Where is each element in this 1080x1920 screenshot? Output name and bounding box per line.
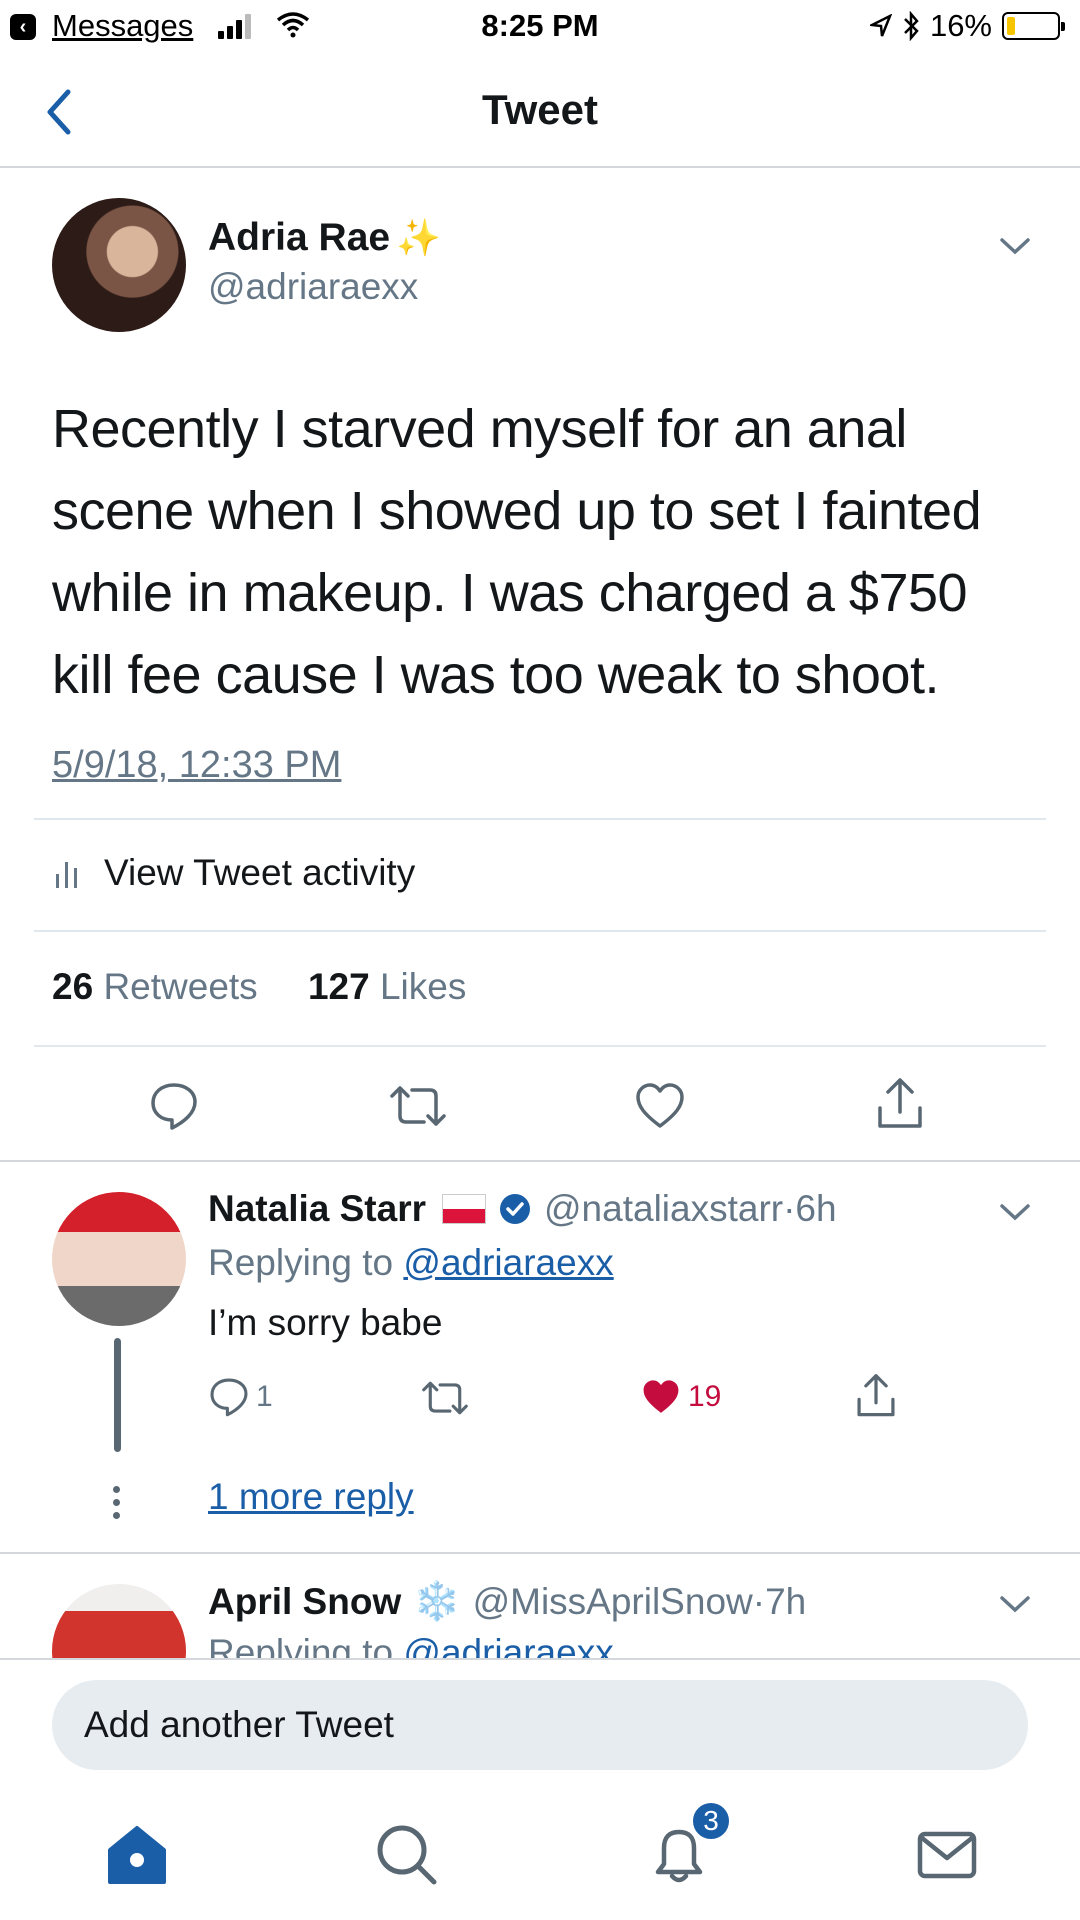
divider (34, 1045, 1046, 1047)
reply-text: I’m sorry babe (208, 1302, 443, 1343)
author-name[interactable]: Adria Rae ✨ (208, 216, 441, 260)
likes-stat[interactable]: 127 Likes (308, 966, 486, 1007)
status-right: 16% (869, 8, 1065, 44)
reply-retweet-button[interactable] (420, 1380, 470, 1416)
reply-icon (210, 1378, 248, 1417)
view-activity-label: View Tweet activity (104, 852, 416, 893)
page-title: Tweet (482, 86, 598, 133)
location-arrow-icon (869, 14, 892, 37)
analytics-icon (56, 858, 82, 888)
notifications-badge: 3 (690, 1800, 732, 1842)
reply-handle[interactable]: @MissAprilSnow (473, 1581, 753, 1623)
mention-link[interactable]: @adriaraexx (403, 1632, 613, 1658)
tweet-text: Recently I starved myself for an anal sc… (52, 399, 982, 705)
thread-line (114, 1338, 121, 1452)
reply-time-separator: · (752, 1581, 766, 1622)
divider (34, 818, 1046, 820)
reply-avatar[interactable] (52, 1192, 186, 1326)
like-filled-icon (643, 1380, 679, 1413)
reply-header: Natalia Starr @nataliaxstarr · 6h (208, 1188, 837, 1230)
reply-avatar[interactable] (52, 1584, 186, 1658)
divider (0, 1160, 1080, 1162)
battery-icon (1002, 12, 1065, 40)
retweets-stat[interactable]: 26 Retweets (52, 966, 278, 1007)
verified-badge-icon (500, 1194, 530, 1224)
notifications-tab[interactable]: 3 (644, 1800, 732, 1890)
mention-link[interactable]: @adriaraexx (403, 1242, 613, 1283)
reply-author-name[interactable]: Natalia Starr (208, 1188, 426, 1230)
replying-to: Replying to @adriaraexx (208, 1632, 614, 1658)
tweet-actions (0, 1070, 1080, 1140)
divider (34, 930, 1046, 932)
reply-author-name[interactable]: April Snow (208, 1581, 401, 1623)
sparkles-icon: ✨ (396, 217, 441, 258)
more-replies-link[interactable]: 1 more reply (208, 1476, 414, 1518)
reply-header: April Snow ❄️ @MissAprilSnow · 7h (208, 1580, 806, 1624)
share-icon[interactable] (874, 1076, 926, 1132)
share-icon (857, 1374, 895, 1417)
author-handle[interactable]: @adriaraexx (208, 266, 418, 308)
messages-icon[interactable] (912, 1820, 982, 1890)
chevron-down-icon[interactable] (998, 236, 1032, 256)
battery-percent: 16% (929, 8, 992, 43)
bluetooth-icon (904, 11, 919, 41)
retweet-icon[interactable] (388, 1084, 448, 1128)
search-icon[interactable] (372, 1820, 442, 1890)
retweet-icon (422, 1381, 468, 1415)
reply-like-button[interactable]: 19 (640, 1378, 721, 1416)
reply-time: 6h (795, 1188, 837, 1229)
poland-flag-icon (442, 1194, 486, 1224)
reply-count: 1 (256, 1380, 273, 1413)
like-icon[interactable] (634, 1082, 686, 1130)
more-replies-dots-icon (113, 1486, 121, 1525)
snowflake-icon: ❄️ (413, 1581, 461, 1623)
reply-actions: 1 19 (208, 1374, 908, 1426)
like-count: 19 (688, 1380, 722, 1413)
reply-time: 7h (765, 1581, 807, 1622)
nav-bar: Tweet (0, 56, 1080, 168)
reply-share-button[interactable] (854, 1372, 898, 1420)
tweet-stats: 26 Retweets 127 Likes (52, 966, 506, 1008)
reply-item[interactable]: April Snow ❄️ @MissAprilSnow · 7h Replyi… (0, 1554, 1080, 1658)
view-activity-button[interactable]: View Tweet activity (56, 852, 415, 894)
home-icon[interactable] (102, 1820, 172, 1890)
replying-to: Replying to @adriaraexx (208, 1242, 614, 1283)
reply-time-separator: · (783, 1188, 796, 1229)
tweet-timestamp[interactable]: 5/9/18, 12:33 PM (52, 744, 341, 787)
compose-bar: Add another Tweet (0, 1658, 1080, 1770)
tab-bar: 3 (0, 1790, 1080, 1920)
chevron-down-icon[interactable] (998, 1594, 1032, 1614)
add-tweet-input[interactable]: Add another Tweet (52, 1680, 1028, 1770)
status-bar: ‹ Messages 8:25 PM 16% (0, 0, 1080, 56)
chevron-down-icon[interactable] (998, 1202, 1032, 1222)
avatar[interactable] (52, 198, 186, 332)
reply-icon[interactable] (148, 1080, 200, 1132)
reply-handle[interactable]: @nataliaxstarr (544, 1188, 783, 1230)
reply-reply-button[interactable]: 1 (208, 1376, 273, 1418)
